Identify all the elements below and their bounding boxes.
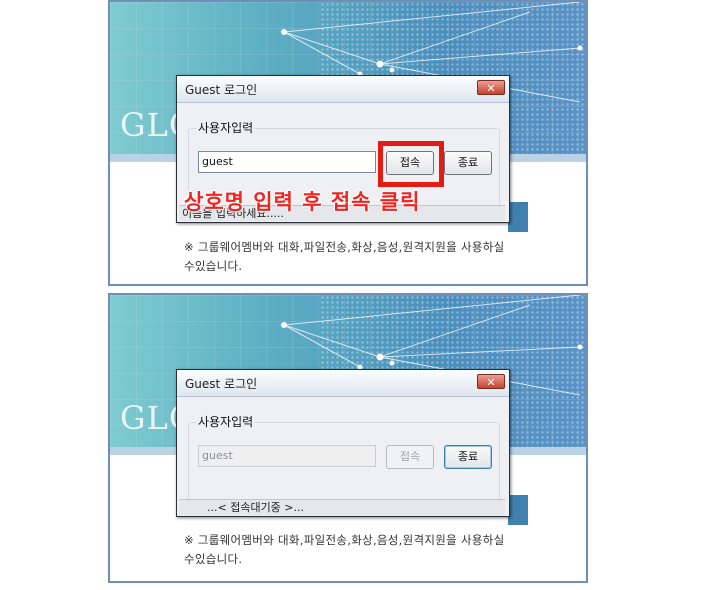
name-input[interactable]: guest xyxy=(198,151,376,173)
connect-button-disabled: 접속 xyxy=(386,445,434,469)
highlight-box xyxy=(378,141,444,187)
feature-notice: ※ 그룹웨어멤버와 대화,파일전송,화상,음성,원격지원을 사용하실수있습니다. xyxy=(184,240,505,273)
exit-button[interactable]: 종료 xyxy=(444,445,492,469)
status-bar: ...< 접속대기중 >... xyxy=(179,499,505,515)
group-label: 사용자입력 xyxy=(196,413,256,430)
accent-block xyxy=(508,495,528,525)
exit-button[interactable]: 종료 xyxy=(444,151,492,175)
feature-notice: ※ 그룹웨어멤버와 대화,파일전송,화상,음성,원격지원을 사용하실수있습니다. xyxy=(184,533,505,566)
instruction-caption: 상호명 입력 후 접속 클릭 xyxy=(184,190,421,214)
name-input-disabled: guest xyxy=(198,445,376,467)
group-label: 사용자입력 xyxy=(196,119,256,136)
accent-block xyxy=(508,202,528,232)
